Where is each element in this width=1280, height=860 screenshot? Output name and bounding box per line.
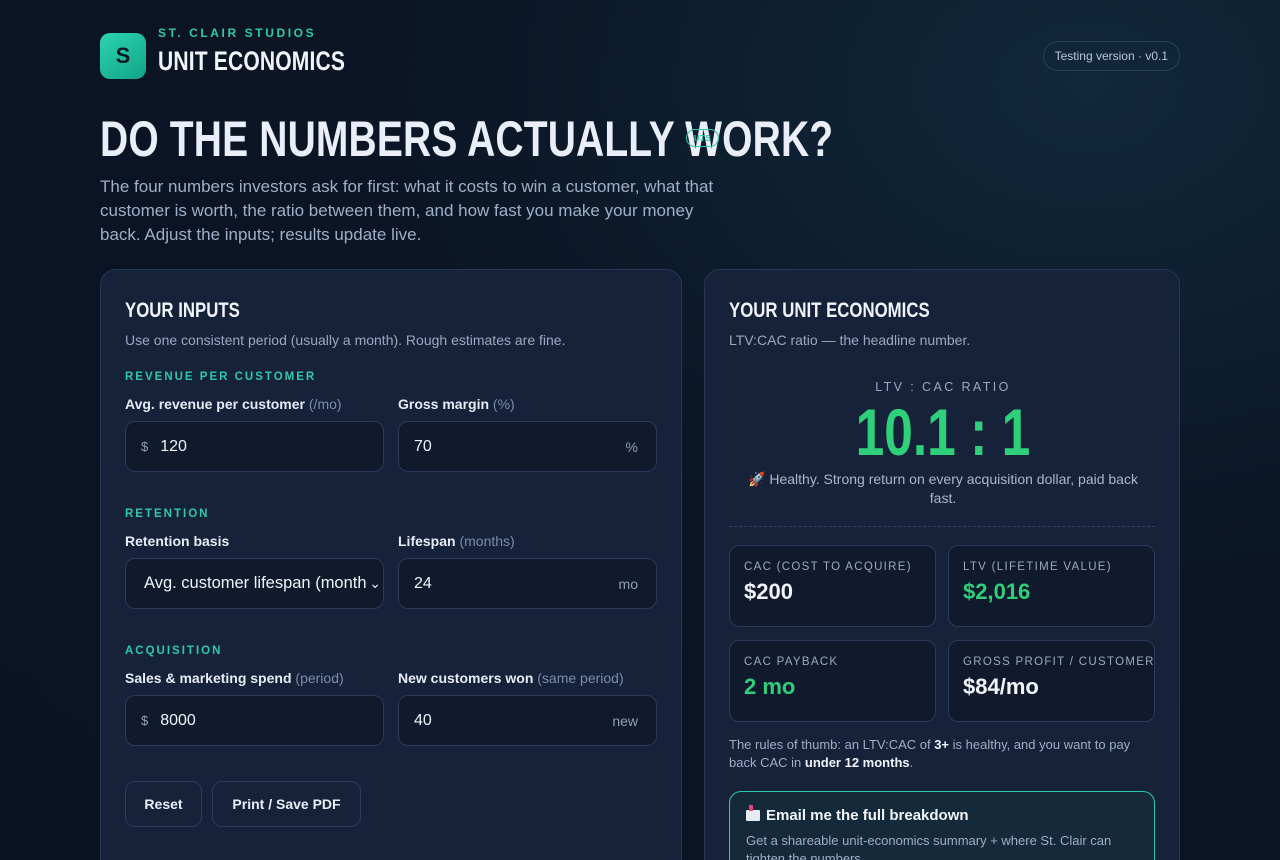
- page-title: DO THE NUMBERS ACTUALLY WORK?: [100, 111, 834, 167]
- lifespan-hint: (months): [459, 533, 515, 549]
- spend-label-text: Sales & marketing spend: [125, 670, 292, 686]
- spend-label: Sales & marketing spend (period): [125, 670, 344, 686]
- new-customers-label: New customers won (same period): [398, 670, 624, 686]
- inputs-title: YOUR INPUTS: [125, 299, 240, 322]
- brand-logo: S: [100, 33, 146, 79]
- lifespan-value[interactable]: 24: [414, 575, 619, 593]
- title-badge: UTS: [686, 129, 720, 147]
- new-customers-input[interactable]: 40 new: [398, 695, 657, 746]
- ratio-value-text: 10.1 : 1: [855, 395, 1031, 469]
- email-description: Get a shareable unit-economics summary +…: [746, 833, 1112, 860]
- ratio-verdict: 🚀 Healthy. Strong return on every acquis…: [748, 471, 1138, 506]
- lifespan-input[interactable]: 24 mo: [398, 558, 657, 609]
- lifespan-label: Lifespan (months): [398, 533, 515, 549]
- metric-cac: CAC (COST TO ACQUIRE) $200: [729, 545, 936, 627]
- metric-label: GROSS PROFIT / CUSTOMER: [963, 656, 1155, 668]
- margin-input[interactable]: 70 %: [398, 421, 657, 472]
- metric-label: LTV (LIFETIME VALUE): [963, 561, 1112, 573]
- rules-ratio-target: 3+: [934, 737, 950, 752]
- metric-value: $84/mo: [963, 674, 1039, 699]
- print-save-pdf-button[interactable]: Print / Save PDF: [212, 781, 361, 827]
- rules-of-thumb: The rules of thumb: an LTV:CAC of 3+ is …: [729, 736, 1159, 772]
- spend-input[interactable]: $ 8000: [125, 695, 384, 746]
- metric-value: $2,016: [963, 579, 1031, 604]
- basis-label: Retention basis: [125, 533, 230, 549]
- version-badge: Testing version · v0.1: [1042, 41, 1180, 71]
- retention-basis-value: Avg. customer lifespan (months): [144, 574, 368, 592]
- reset-button[interactable]: Reset: [125, 781, 202, 827]
- brand-logo-letter: S: [115, 43, 131, 68]
- metric-ltv: LTV (LIFETIME VALUE) $2,016: [948, 545, 1155, 627]
- email-title: Email me the full breakdown: [746, 805, 1138, 824]
- currency-prefix: $: [141, 439, 149, 454]
- metric-gross-profit: GROSS PROFIT / CUSTOMER $84/mo: [948, 640, 1155, 722]
- margin-label: Gross margin (%): [398, 396, 515, 412]
- metric-label: CAC PAYBACK: [744, 656, 839, 668]
- spend-hint: (period): [295, 670, 344, 686]
- ratio-label: LTV : CAC RATIO: [875, 380, 1011, 394]
- new-suffix: new: [612, 712, 638, 729]
- lifespan-label-text: Lifespan: [398, 533, 456, 549]
- arpc-value[interactable]: 120: [160, 438, 365, 456]
- ratio-value: 10.1 : 1: [705, 394, 1181, 470]
- metric-label: CAC (COST TO ACQUIRE): [744, 561, 912, 573]
- results-card: YOUR UNIT ECONOMICS LTV:CAC ratio — the …: [704, 269, 1180, 860]
- brand-kicker: ST. CLAIR STUDIOS: [158, 26, 317, 40]
- spend-value[interactable]: 8000: [160, 712, 365, 730]
- email-breakdown-cta[interactable]: Email me the full breakdown Get a sharea…: [729, 791, 1155, 860]
- rules-text: .: [909, 755, 914, 770]
- rules-payback-target: under 12 months: [804, 755, 910, 770]
- margin-label-text: Gross margin: [398, 396, 490, 412]
- arpc-input[interactable]: $ 120: [125, 421, 384, 472]
- section-revenue: REVENUE PER CUSTOMER: [125, 371, 317, 383]
- metric-value: $200: [744, 579, 793, 604]
- arpc-label-text: Avg. revenue per customer: [125, 396, 305, 412]
- margin-value[interactable]: 70: [414, 438, 626, 456]
- inputs-card: YOUR INPUTS Use one consistent period (u…: [100, 269, 682, 860]
- results-title: YOUR UNIT ECONOMICS: [729, 299, 930, 322]
- metric-cac-payback: CAC PAYBACK 2 mo: [729, 640, 936, 722]
- section-retention: RETENTION: [125, 508, 210, 520]
- metric-value: 2 mo: [744, 674, 796, 699]
- page-description: The four numbers investors ask for first…: [100, 177, 714, 244]
- new-customers-label-text: New customers won: [398, 670, 534, 686]
- inputs-subtitle: Use one consistent period (usually a mon…: [125, 332, 566, 348]
- currency-prefix: $: [141, 713, 149, 728]
- section-acquisition: ACQUISITION: [125, 645, 223, 657]
- percent-suffix: %: [625, 438, 638, 455]
- retention-basis-select[interactable]: Avg. customer lifespan (months) ⌄: [125, 558, 384, 609]
- arpc-hint: (/mo): [308, 396, 342, 412]
- email-title-text: Email me the full breakdown: [766, 807, 969, 824]
- rules-text: The rules of thumb: an LTV:CAC of: [729, 737, 935, 752]
- new-customers-value[interactable]: 40: [414, 712, 612, 730]
- mailbox-icon: [746, 805, 760, 821]
- months-suffix: mo: [618, 575, 638, 592]
- brand-title: UNIT ECONOMICS: [158, 46, 346, 76]
- chevron-down-icon: ⌄: [369, 575, 381, 591]
- margin-hint: (%): [492, 396, 515, 412]
- divider: [729, 526, 1155, 527]
- results-subtitle: LTV:CAC ratio — the headline number.: [729, 332, 971, 348]
- new-customers-hint: (same period): [537, 670, 624, 686]
- arpc-label: Avg. revenue per customer (/mo): [125, 396, 342, 412]
